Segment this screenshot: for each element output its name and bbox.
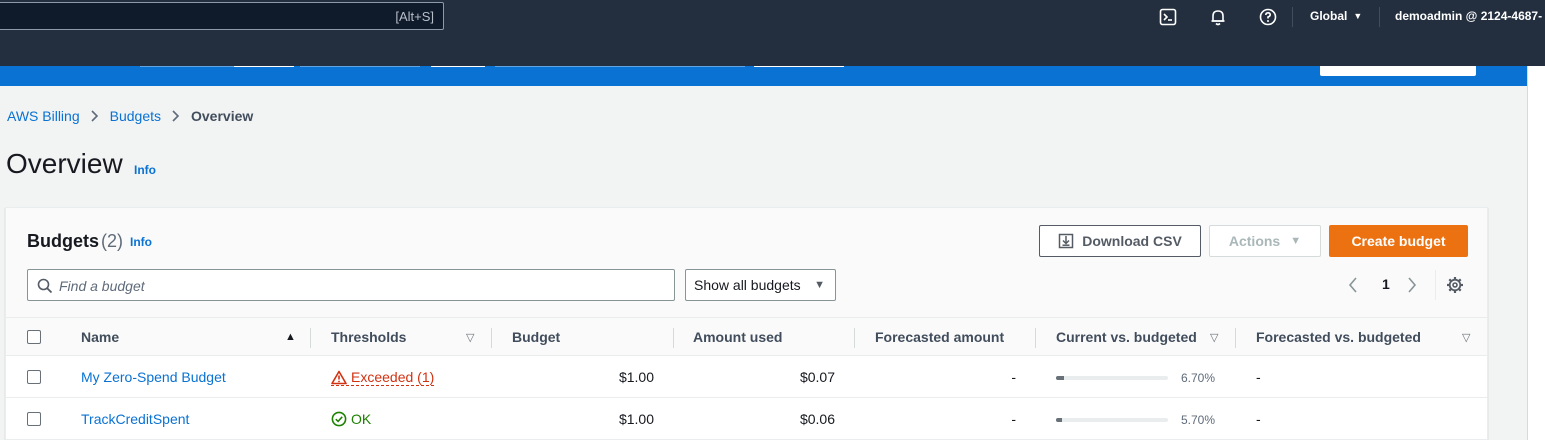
info-banner: [0, 66, 1527, 86]
chevron-right-icon: [171, 109, 181, 123]
global-search-input[interactable]: [Alt+S]: [0, 2, 444, 30]
threshold-status-label: OK: [351, 411, 372, 427]
column-header-amount-used: Amount used: [693, 329, 783, 345]
sort-icon[interactable]: ▽: [1462, 331, 1470, 344]
current-vs-budgeted-percent: 5.70%: [1181, 413, 1216, 427]
current-vs-budgeted-progress-bar: [1056, 418, 1168, 422]
budget-amount: $1.00: [618, 369, 654, 385]
chevron-right-icon: [90, 109, 100, 123]
progress-fill: [1056, 376, 1064, 380]
download-csv-label: Download CSV: [1082, 233, 1182, 249]
find-budget-input[interactable]: [59, 275, 659, 297]
budget-amount: $1.00: [618, 411, 654, 427]
help-icon[interactable]: [1258, 7, 1278, 27]
current-vs-budgeted-percent: 6.70%: [1181, 371, 1216, 385]
warning-icon: [331, 370, 347, 385]
notifications-bell-icon[interactable]: [1208, 7, 1228, 27]
sort-icon[interactable]: ▽: [466, 331, 474, 344]
forecasted-vs-budgeted: -: [1256, 411, 1261, 427]
banner-text-fragment: [300, 66, 420, 67]
column-header-forecasted-amount: Forecasted amount: [875, 329, 1005, 345]
column-divider[interactable]: [673, 328, 674, 348]
column-header-thresholds[interactable]: Thresholds: [331, 329, 406, 345]
search-icon: [37, 278, 53, 299]
nav-divider: [1379, 7, 1380, 27]
column-header-name[interactable]: Name: [81, 329, 119, 345]
region-label: Global: [1310, 9, 1348, 23]
banner-input[interactable]: [1320, 66, 1476, 76]
sort-icon[interactable]: ▽: [1210, 331, 1218, 344]
actions-dropdown-button[interactable]: Actions ▼: [1209, 225, 1321, 257]
cloudshell-icon[interactable]: [1158, 7, 1178, 27]
forecasted-amount: -: [1011, 411, 1016, 427]
budgets-count: (2): [101, 231, 123, 251]
breadcrumb-budgets[interactable]: Budgets: [110, 108, 161, 124]
select-all-checkbox[interactable]: [27, 330, 41, 344]
forecasted-amount: -: [1011, 369, 1016, 385]
pager-divider: [1435, 270, 1436, 300]
budgets-heading: Budgets: [27, 231, 99, 251]
side-panel-rail: [1527, 66, 1545, 440]
caret-down-icon: ▼: [1290, 235, 1302, 247]
region-selector[interactable]: Global ▼: [1310, 9, 1362, 23]
column-header-current-vs-budgeted[interactable]: Current vs. budgeted: [1056, 329, 1197, 345]
download-icon: [1058, 233, 1074, 249]
check-circle-icon: [331, 411, 347, 427]
nav-divider: [1292, 7, 1293, 27]
banner-link-fragment[interactable]: [234, 66, 294, 67]
sort-ascending-icon[interactable]: ▲: [285, 331, 296, 343]
table-row: My Zero-Spend Budget Exceeded (1) $1.00 …: [6, 356, 1487, 398]
budgets-header: Budgets (2) Info Download CSV Actions ▼ …: [6, 208, 1487, 318]
create-budget-button[interactable]: Create budget: [1329, 225, 1468, 257]
current-page-number[interactable]: 1: [1382, 276, 1390, 292]
column-divider[interactable]: [1235, 328, 1236, 348]
page-title: Overview: [6, 148, 123, 179]
budget-name-link[interactable]: TrackCreditSpent: [81, 411, 189, 427]
row-select-checkbox[interactable]: [27, 370, 41, 384]
current-vs-budgeted-progress-bar: [1056, 376, 1168, 380]
column-divider[interactable]: [310, 328, 311, 348]
threshold-status-label: Exceeded (1): [351, 369, 435, 385]
caret-down-icon: ▼: [1353, 11, 1363, 21]
row-select-checkbox[interactable]: [27, 412, 41, 426]
table-header: Name ▲ Thresholds ▽ Budget Amount used F…: [6, 318, 1487, 356]
account-menu[interactable]: demoadmin @ 2124-4687-: [1395, 9, 1542, 23]
search-shortcut-hint: [Alt+S]: [395, 9, 434, 24]
previous-page-button[interactable]: [1347, 274, 1359, 296]
service-navigation-bar: [0, 34, 1545, 66]
threshold-status[interactable]: Exceeded (1): [331, 369, 435, 386]
threshold-status: OK: [331, 411, 371, 427]
column-divider[interactable]: [854, 328, 855, 348]
amount-used: $0.07: [799, 369, 835, 385]
breadcrumb-aws-billing[interactable]: AWS Billing: [7, 108, 80, 124]
forecasted-vs-budgeted: -: [1256, 369, 1261, 385]
breadcrumb: AWS Billing Budgets Overview: [7, 108, 253, 124]
table-row: TrackCreditSpent OK $1.00 $0.06 - 5.70% …: [6, 398, 1487, 440]
banner-text-fragment: [140, 66, 235, 67]
banner-text-fragment: [495, 66, 745, 67]
download-csv-button[interactable]: Download CSV: [1039, 225, 1201, 257]
page-info-link[interactable]: Info: [134, 163, 156, 177]
actions-label: Actions: [1228, 233, 1281, 249]
next-page-button[interactable]: [1406, 274, 1418, 296]
progress-fill: [1056, 418, 1063, 422]
column-divider[interactable]: [1035, 328, 1036, 348]
budgets-info-link[interactable]: Info: [130, 235, 152, 249]
find-budget-search[interactable]: [27, 269, 675, 301]
caret-down-icon: ▼: [814, 279, 825, 291]
budget-filter-value: Show all budgets: [694, 277, 801, 293]
budget-name-link[interactable]: My Zero-Spend Budget: [81, 369, 226, 385]
column-divider[interactable]: [491, 328, 492, 348]
banner-link-fragment[interactable]: [754, 66, 844, 67]
budgets-table-container: Budgets (2) Info Download CSV Actions ▼ …: [5, 207, 1488, 440]
amount-used: $0.06: [799, 411, 835, 427]
column-header-budget: Budget: [512, 329, 561, 345]
banner-link-fragment[interactable]: [431, 66, 485, 67]
breadcrumb-current: Overview: [191, 108, 254, 124]
column-header-forecasted-vs-budgeted[interactable]: Forecasted vs. budgeted: [1256, 329, 1421, 345]
create-budget-label: Create budget: [1351, 233, 1446, 249]
gear-icon[interactable]: [1446, 276, 1464, 299]
top-navigation: [Alt+S] Global ▼ demoadmin @ 2124-4687-: [0, 0, 1545, 34]
budget-filter-select[interactable]: Show all budgets ▼: [685, 269, 836, 301]
